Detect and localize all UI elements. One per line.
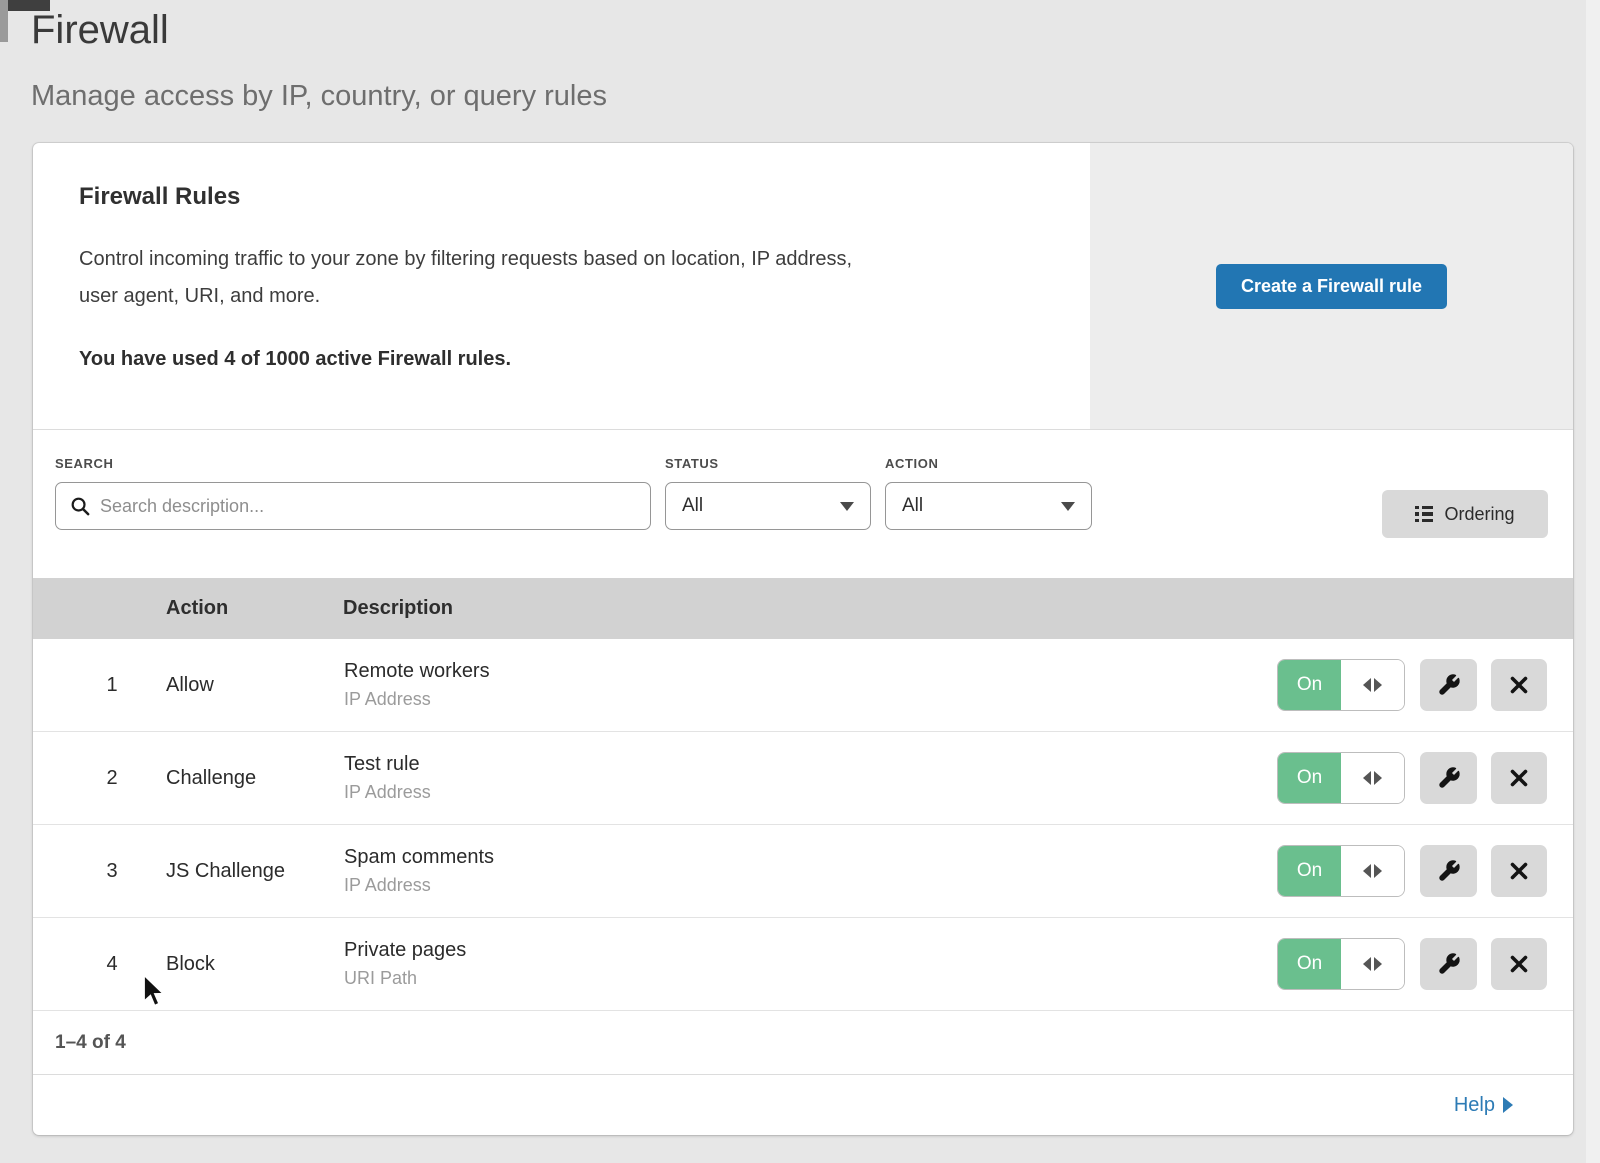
edit-rule-button[interactable] bbox=[1420, 845, 1477, 897]
help-row: Help bbox=[33, 1075, 1573, 1135]
toggle-right-arrow-icon bbox=[1374, 864, 1382, 878]
edit-rule-button[interactable] bbox=[1420, 659, 1477, 711]
create-rule-panel: Create a Firewall rule bbox=[1090, 143, 1573, 430]
close-icon bbox=[1509, 954, 1529, 974]
create-firewall-rule-button[interactable]: Create a Firewall rule bbox=[1216, 264, 1447, 309]
rule-action: Challenge bbox=[166, 767, 307, 790]
toggle-right-arrow-icon bbox=[1374, 678, 1382, 692]
toggle-handle bbox=[1341, 753, 1404, 803]
toggle-handle bbox=[1341, 660, 1404, 710]
help-link[interactable]: Help bbox=[1454, 1094, 1513, 1117]
close-icon bbox=[1509, 861, 1529, 881]
rule-controls: On bbox=[1277, 825, 1547, 917]
search-label: SEARCH bbox=[55, 456, 114, 471]
rule-controls: On bbox=[1277, 918, 1547, 1010]
close-icon bbox=[1509, 675, 1529, 695]
wrench-icon bbox=[1437, 766, 1461, 790]
window-edge-artifact bbox=[1586, 0, 1600, 1163]
toggle-handle bbox=[1341, 939, 1404, 989]
rule-priority-number: 4 bbox=[95, 953, 129, 976]
rules-table-body: 1 Allow Remote workers IP Address On bbox=[33, 639, 1573, 1011]
search-input[interactable] bbox=[100, 496, 638, 517]
toggle-on-label: On bbox=[1278, 846, 1341, 896]
delete-rule-button[interactable] bbox=[1491, 845, 1547, 897]
info-description: Control incoming traffic to your zone by… bbox=[79, 241, 852, 315]
info-description-line2: user agent, URI, and more. bbox=[79, 278, 852, 315]
rule-controls: On bbox=[1277, 639, 1547, 731]
action-select-value: All bbox=[902, 495, 923, 517]
page-subtitle: Manage access by IP, country, or query r… bbox=[31, 80, 607, 113]
toggle-left-arrow-icon bbox=[1363, 678, 1371, 692]
wrench-icon bbox=[1437, 952, 1461, 976]
rule-action: Block bbox=[166, 953, 307, 976]
wrench-icon bbox=[1437, 859, 1461, 883]
rule-priority-number: 1 bbox=[95, 674, 129, 697]
rules-usage-text: You have used 4 of 1000 active Firewall … bbox=[79, 348, 511, 371]
toggle-left-arrow-icon bbox=[1363, 864, 1371, 878]
rule-enabled-toggle[interactable]: On bbox=[1277, 752, 1405, 804]
status-select[interactable]: All bbox=[665, 482, 871, 530]
column-header-action: Action bbox=[166, 597, 228, 620]
search-input-wrapper bbox=[55, 482, 651, 530]
status-label: STATUS bbox=[665, 456, 719, 471]
filter-section: SEARCH STATUS ACTION All All Ordering bbox=[33, 430, 1573, 578]
toggle-left-arrow-icon bbox=[1363, 771, 1371, 785]
edit-rule-button[interactable] bbox=[1420, 938, 1477, 990]
info-section: Create a Firewall rule Firewall Rules Co… bbox=[33, 143, 1573, 430]
ordered-list-icon bbox=[1415, 506, 1433, 523]
help-link-label: Help bbox=[1454, 1094, 1495, 1117]
wrench-icon bbox=[1437, 673, 1461, 697]
toggle-right-arrow-icon bbox=[1374, 957, 1382, 971]
table-header: Action Description bbox=[33, 578, 1573, 639]
column-header-description: Description bbox=[343, 597, 453, 620]
action-label: ACTION bbox=[885, 456, 938, 471]
rule-enabled-toggle[interactable]: On bbox=[1277, 659, 1405, 711]
rule-action: JS Challenge bbox=[166, 860, 307, 883]
edit-rule-button[interactable] bbox=[1420, 752, 1477, 804]
help-arrow-icon bbox=[1503, 1097, 1513, 1113]
toggle-on-label: On bbox=[1278, 939, 1341, 989]
chevron-down-icon bbox=[1061, 502, 1075, 511]
info-heading: Firewall Rules bbox=[79, 183, 240, 211]
delete-rule-button[interactable] bbox=[1491, 938, 1547, 990]
status-select-value: All bbox=[682, 495, 703, 517]
pagination-text: 1–4 of 4 bbox=[55, 1032, 126, 1054]
rule-enabled-toggle[interactable]: On bbox=[1277, 845, 1405, 897]
toggle-handle bbox=[1341, 846, 1404, 896]
toggle-right-arrow-icon bbox=[1374, 771, 1382, 785]
delete-rule-button[interactable] bbox=[1491, 752, 1547, 804]
table-row: 4 Block Private pages URI Path On bbox=[33, 918, 1573, 1011]
action-select[interactable]: All bbox=[885, 482, 1092, 530]
ordering-button-label: Ordering bbox=[1444, 504, 1514, 525]
search-icon bbox=[70, 496, 91, 517]
toggle-on-label: On bbox=[1278, 660, 1341, 710]
close-icon bbox=[1509, 768, 1529, 788]
firewall-rules-card: Create a Firewall rule Firewall Rules Co… bbox=[33, 143, 1573, 1135]
toggle-on-label: On bbox=[1278, 753, 1341, 803]
chevron-down-icon bbox=[840, 502, 854, 511]
table-row: 2 Challenge Test rule IP Address On bbox=[33, 732, 1573, 825]
rule-enabled-toggle[interactable]: On bbox=[1277, 938, 1405, 990]
rule-priority-number: 2 bbox=[95, 767, 129, 790]
rule-action: Allow bbox=[166, 674, 307, 697]
rule-priority-number: 3 bbox=[95, 860, 129, 883]
table-row: 3 JS Challenge Spam comments IP Address … bbox=[33, 825, 1573, 918]
window-edge-artifact bbox=[0, 0, 8, 42]
ordering-button[interactable]: Ordering bbox=[1382, 490, 1548, 538]
page-title: Firewall bbox=[31, 8, 169, 53]
info-description-line1: Control incoming traffic to your zone by… bbox=[79, 241, 852, 278]
pagination-row: 1–4 of 4 bbox=[33, 1011, 1573, 1075]
delete-rule-button[interactable] bbox=[1491, 659, 1547, 711]
table-row: 1 Allow Remote workers IP Address On bbox=[33, 639, 1573, 732]
rule-controls: On bbox=[1277, 732, 1547, 824]
toggle-left-arrow-icon bbox=[1363, 957, 1371, 971]
